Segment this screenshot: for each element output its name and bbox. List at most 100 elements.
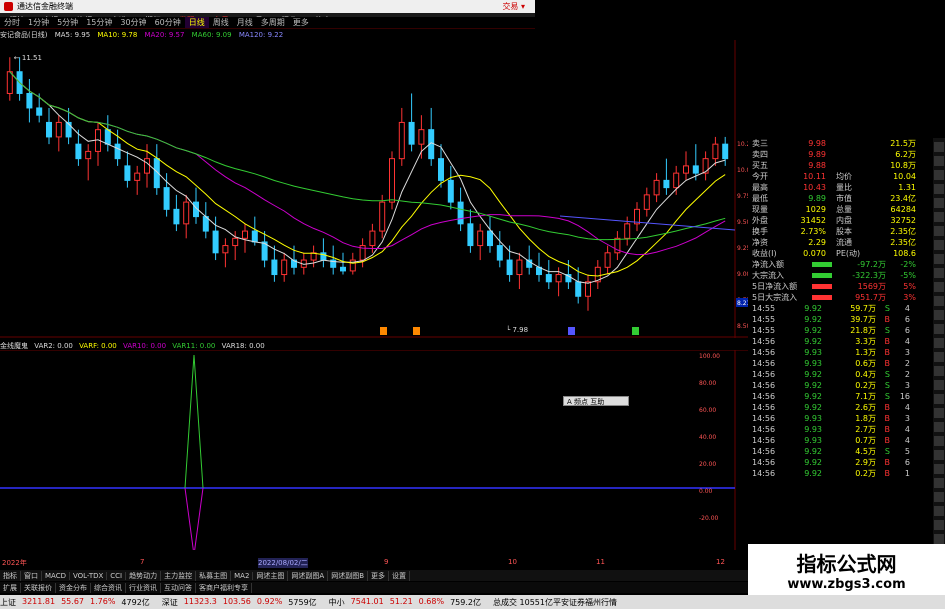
- sub-indicator-chart[interactable]: 100.00 80.00 60.00 40.00 20.00 0.00 -20.00: [0, 350, 748, 550]
- toolbar-icon[interactable]: [934, 226, 944, 236]
- indicator-tab[interactable]: MACD: [42, 571, 70, 580]
- flow-label: 大宗流入: [752, 271, 784, 280]
- indicator-tab[interactable]: 窗口: [21, 570, 42, 581]
- toolbar-icon[interactable]: [934, 408, 944, 418]
- period-tab[interactable]: 周线: [209, 17, 233, 28]
- trade-menu-button[interactable]: 交易 ▾: [502, 1, 525, 12]
- period-tab[interactable]: 更多: [289, 17, 313, 28]
- stat-row: 现量 1029 总量 64284: [752, 204, 930, 215]
- date-tick: 9: [384, 558, 389, 566]
- index-quote[interactable]: 上证 3211.81 55.67 1.76% 4792亿: [0, 597, 150, 608]
- sub-indicator-name: 金线魔鬼: [0, 342, 28, 350]
- info-tab[interactable]: 扩展: [0, 582, 21, 593]
- info-tab[interactable]: 关联报价: [21, 582, 56, 593]
- toolbar-icon[interactable]: [934, 282, 944, 292]
- indicator-tab[interactable]: 更多: [368, 570, 390, 581]
- indicator-tab[interactable]: MA2: [231, 571, 254, 580]
- index-percent: 0.92%: [256, 596, 283, 606]
- info-tab[interactable]: 资金分布: [56, 582, 91, 593]
- period-tab[interactable]: 多周期: [257, 17, 289, 28]
- tick-price: 9.92: [804, 315, 822, 324]
- toolbar-icon[interactable]: [934, 156, 944, 166]
- toolbar-icon[interactable]: [934, 506, 944, 516]
- tick-row: 14:56 9.92 0.2万 B 1: [752, 468, 930, 479]
- indicator-tab[interactable]: VOL-TDX: [70, 571, 108, 580]
- flow-percent: -5%: [900, 271, 916, 280]
- candle: [359, 238, 366, 268]
- period-tab[interactable]: 1分钟: [24, 17, 53, 28]
- stat-value: 2.29: [808, 238, 826, 247]
- candle: [261, 231, 268, 268]
- index-quote[interactable]: 中小 7541.01 51.21 0.68% 759.2亿: [329, 597, 481, 608]
- toolbar-icon[interactable]: [934, 296, 944, 306]
- tick-volume: 1.3万: [855, 348, 876, 357]
- indicator-tab[interactable]: 私募主图: [196, 570, 232, 581]
- period-tab[interactable]: 月线: [233, 17, 257, 28]
- tick-row: 14:56 9.92 7.1万 S 16: [752, 391, 930, 402]
- tick-price: 9.93: [804, 414, 822, 423]
- toolbar-icon[interactable]: [934, 352, 944, 362]
- toolbar-icon[interactable]: [934, 254, 944, 264]
- candle: [134, 165, 141, 195]
- toolbar-icon[interactable]: [934, 142, 944, 152]
- toolbar-icon[interactable]: [934, 366, 944, 376]
- period-tab[interactable]: 30分钟: [116, 17, 150, 28]
- info-tab[interactable]: 互动问答: [161, 582, 196, 593]
- flow-label: 5日净流入额: [752, 282, 798, 291]
- indicator-tab[interactable]: 指标: [0, 570, 21, 581]
- toolbar-icon[interactable]: [934, 310, 944, 320]
- toolbar-icon[interactable]: [934, 198, 944, 208]
- index-name: 深证: [161, 597, 178, 607]
- indicator-tab[interactable]: 设置: [389, 570, 411, 581]
- period-tab[interactable]: 5分钟: [53, 17, 82, 28]
- candle: [614, 231, 621, 261]
- toolbar-icon[interactable]: [934, 464, 944, 474]
- indicator-tab[interactable]: 网述副图B: [328, 570, 369, 581]
- toolbar-icon[interactable]: [934, 212, 944, 222]
- toolbar-icon[interactable]: [934, 338, 944, 348]
- tick-time: 14:56: [752, 392, 776, 401]
- toolbar-icon[interactable]: [934, 450, 944, 460]
- tick-price: 9.93: [804, 436, 822, 445]
- period-tab[interactable]: 分时: [0, 17, 24, 28]
- info-tab[interactable]: 行业资讯: [126, 582, 161, 593]
- toolbar-icon[interactable]: [934, 184, 944, 194]
- tick-row: 14:55 9.92 59.7万 S 4: [752, 303, 930, 314]
- toolbar-icon[interactable]: [934, 170, 944, 180]
- indicator-tab[interactable]: CCI: [107, 571, 127, 580]
- stat-row: 最低 9.89 市值 23.4亿: [752, 193, 930, 204]
- toolbar-icon[interactable]: [934, 240, 944, 250]
- toolbar-icon[interactable]: [934, 534, 944, 544]
- candle: [16, 57, 23, 101]
- index-name: 中小: [328, 597, 345, 607]
- indicator-tab[interactable]: 主力监控: [161, 570, 197, 581]
- toolbar-icon[interactable]: [934, 268, 944, 278]
- period-tab[interactable]: 60分钟: [151, 17, 185, 28]
- tick-volume: 0.2万: [855, 469, 876, 478]
- toolbar-icon[interactable]: [934, 324, 944, 334]
- toolbar-icon[interactable]: [934, 380, 944, 390]
- var10-label: VAR10: 0.00: [122, 342, 167, 350]
- indicator-tab[interactable]: 趋势动力: [126, 570, 162, 581]
- period-tab[interactable]: 15分钟: [82, 17, 116, 28]
- indicator-tab[interactable]: 网述主图: [253, 570, 289, 581]
- index-volume: 4792亿: [121, 597, 150, 607]
- toolbar-icon[interactable]: [934, 436, 944, 446]
- tick-row: 14:56 9.93 1.3万 B 3: [752, 347, 930, 358]
- toolbar-icon[interactable]: [934, 478, 944, 488]
- toolbar-icon[interactable]: [934, 520, 944, 530]
- indicator-tab[interactable]: 网述副图A: [288, 570, 329, 581]
- info-tab[interactable]: 综合资讯: [91, 582, 126, 593]
- toolbar-icon[interactable]: [934, 394, 944, 404]
- floating-tooltip[interactable]: A 频点 互助: [563, 396, 629, 406]
- period-tab[interactable]: 日线: [184, 17, 209, 28]
- tick-row: 14:56 9.93 0.6万 B 2: [752, 358, 930, 369]
- info-tab[interactable]: 客商户福利专享: [196, 582, 252, 593]
- kline-chart[interactable]: ← 11.51 └ 7.98 10.25 10.00 9.75 9.50 9.25 9.00 8…: [0, 40, 748, 338]
- index-quote[interactable]: 深证 11323.3 103.56 0.92% 5759亿: [162, 597, 317, 608]
- tick-direction: S: [884, 392, 890, 401]
- tick-direction: S: [884, 381, 890, 390]
- toolbar-icon[interactable]: [934, 422, 944, 432]
- tick-count: 16: [899, 392, 910, 401]
- toolbar-icon[interactable]: [934, 492, 944, 502]
